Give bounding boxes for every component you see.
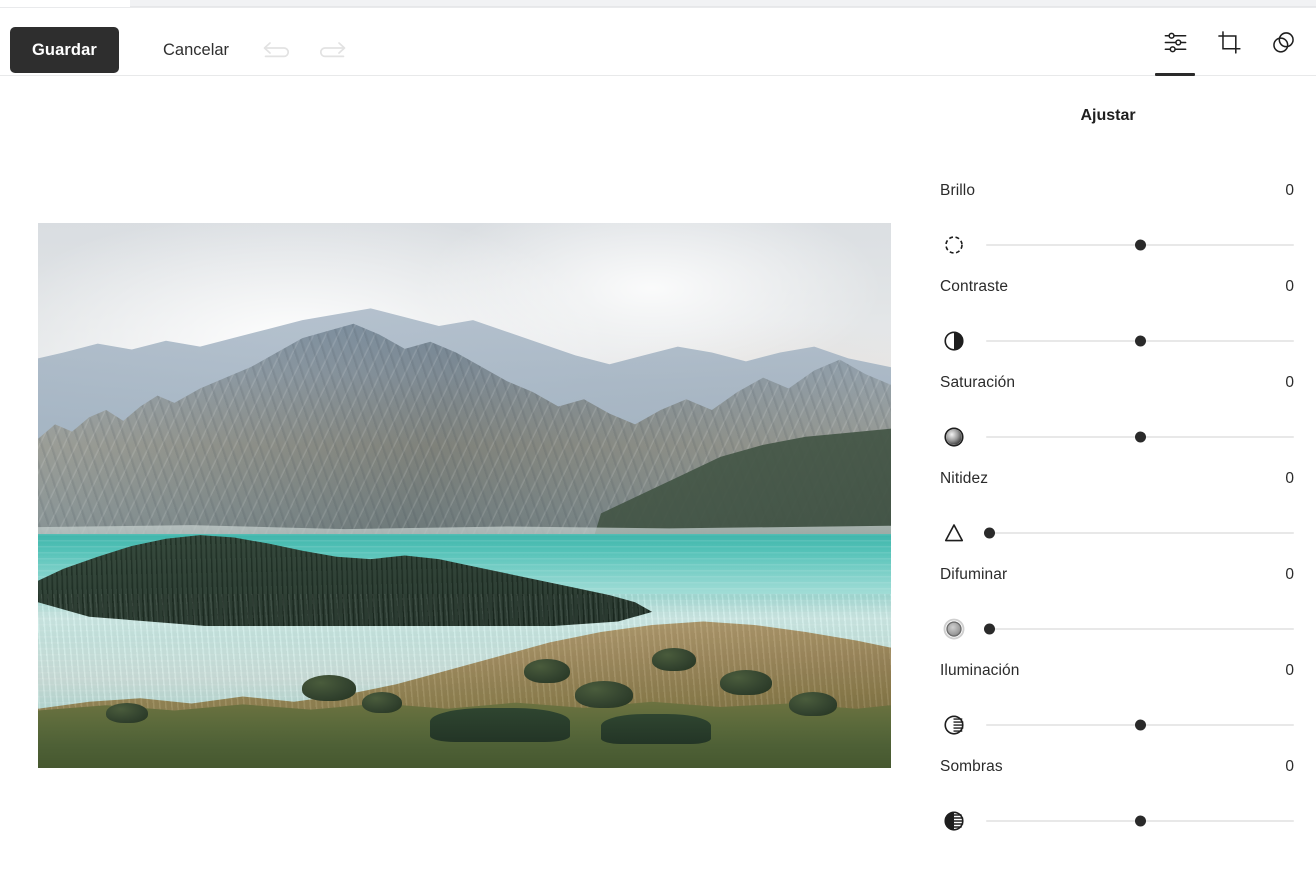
slider-track: [986, 532, 1294, 534]
photo-shrub: [575, 680, 634, 708]
slider-value: 0: [1285, 278, 1294, 295]
slider-header: Sombras 0: [939, 758, 1316, 784]
blur-icon: [939, 614, 969, 644]
slider-header: Difuminar 0: [939, 566, 1316, 592]
slider-brillo: Brillo 0: [939, 182, 1316, 278]
editor-toolbar: Guardar Cancelar: [0, 8, 1316, 76]
tool-tabs: [1148, 8, 1310, 76]
slider-label: Nitidez: [940, 470, 989, 487]
window-top-strip: [130, 0, 1316, 7]
crop-icon: [1217, 30, 1241, 54]
redo-button[interactable]: [313, 32, 351, 68]
slider-row: [939, 414, 1316, 460]
slider-label: Iluminación: [940, 662, 1020, 679]
slider-value: 0: [1285, 374, 1294, 391]
undo-button[interactable]: [258, 32, 296, 68]
slider-difuminar: Difuminar 0: [939, 566, 1316, 662]
photo-shrub: [362, 691, 403, 713]
slider-thumb[interactable]: [1134, 431, 1146, 443]
slider-header: Iluminación 0: [939, 662, 1316, 688]
slider-thumb[interactable]: [1134, 335, 1146, 347]
slider-row: [939, 318, 1316, 364]
brightness-icon: [939, 230, 969, 260]
slider-row: [939, 798, 1316, 844]
photo-tree-belt: [600, 713, 711, 744]
slider-thumb[interactable]: [1134, 239, 1146, 251]
slider-nitidez: Nitidez 0: [939, 470, 1316, 566]
saturation-icon: [939, 422, 969, 452]
slider-track-contraste[interactable]: [986, 330, 1294, 352]
adjust-panel: Ajustar Brillo 0 Contraste 0 Saturación …: [930, 77, 1316, 880]
photo-tree-belt: [430, 708, 571, 743]
slider-track: [986, 628, 1294, 630]
slider-value: 0: [1285, 566, 1294, 583]
highlights-icon: [939, 710, 969, 740]
photo-shrub: [106, 702, 149, 723]
active-tab-underline: [1155, 73, 1195, 76]
photo-shrub: [788, 691, 837, 716]
slider-thumb[interactable]: [983, 623, 995, 635]
slider-sombras: Sombras 0: [939, 758, 1316, 854]
slider-header: Contraste 0: [939, 278, 1316, 304]
slider-track-saturacion[interactable]: [986, 426, 1294, 448]
filters-tool[interactable]: [1256, 8, 1310, 76]
slider-label: Saturación: [940, 374, 1016, 391]
image-canvas: [0, 77, 930, 880]
slider-row: [939, 222, 1316, 268]
slider-row: [939, 510, 1316, 556]
slider-header: Nitidez 0: [939, 470, 1316, 496]
panel-title: Ajustar: [1080, 107, 1136, 124]
save-button[interactable]: Guardar: [10, 27, 119, 73]
slider-header: Saturación 0: [939, 374, 1316, 400]
photo-shrub: [652, 648, 697, 672]
slider-header: Brillo 0: [939, 182, 1316, 208]
sharpen-icon: [939, 518, 969, 548]
slider-contraste: Contraste 0: [939, 278, 1316, 374]
slider-track-sombras[interactable]: [986, 810, 1294, 832]
photo-shrub: [720, 669, 773, 695]
slider-saturacion: Saturación 0: [939, 374, 1316, 470]
slider-track-brillo[interactable]: [986, 234, 1294, 256]
sliders-icon: [1164, 32, 1186, 52]
slider-track-difuminar[interactable]: [983, 618, 1294, 640]
slider-thumb[interactable]: [983, 527, 995, 539]
slider-value: 0: [1285, 662, 1294, 679]
slider-label: Contraste: [940, 278, 1009, 295]
slider-row: [939, 606, 1316, 652]
slider-track-nitidez[interactable]: [983, 522, 1294, 544]
photo-shrub: [524, 659, 571, 683]
redo-arrow-icon: [319, 42, 346, 58]
slider-thumb[interactable]: [1134, 719, 1146, 731]
photo-shrub: [302, 675, 357, 702]
slider-row: [939, 702, 1316, 748]
slider-value: 0: [1285, 182, 1294, 199]
slider-value: 0: [1285, 470, 1294, 487]
slider-label: Brillo: [940, 182, 976, 199]
crop-tool[interactable]: [1202, 8, 1256, 76]
slider-label: Sombras: [940, 758, 1003, 775]
shadows-icon: [939, 806, 969, 836]
slider-list: Brillo 0 Contraste 0 Saturación 0 Nitide…: [939, 182, 1316, 854]
slider-thumb[interactable]: [1134, 815, 1146, 827]
slider-value: 0: [1285, 758, 1294, 775]
cancel-button[interactable]: Cancelar: [155, 27, 237, 73]
contrast-icon: [939, 326, 969, 356]
slider-label: Difuminar: [940, 566, 1008, 583]
slider-track-iluminacion[interactable]: [986, 714, 1294, 736]
slider-iluminacion: Iluminación 0: [939, 662, 1316, 758]
adjust-tool[interactable]: [1148, 8, 1202, 76]
edited-photo[interactable]: [38, 223, 891, 768]
overlapping-circles-icon: [1272, 31, 1294, 53]
photo-editor-app: Guardar Cancelar Ajustar Brillo 0 Contra…: [0, 0, 1316, 880]
undo-arrow-icon: [263, 42, 290, 58]
